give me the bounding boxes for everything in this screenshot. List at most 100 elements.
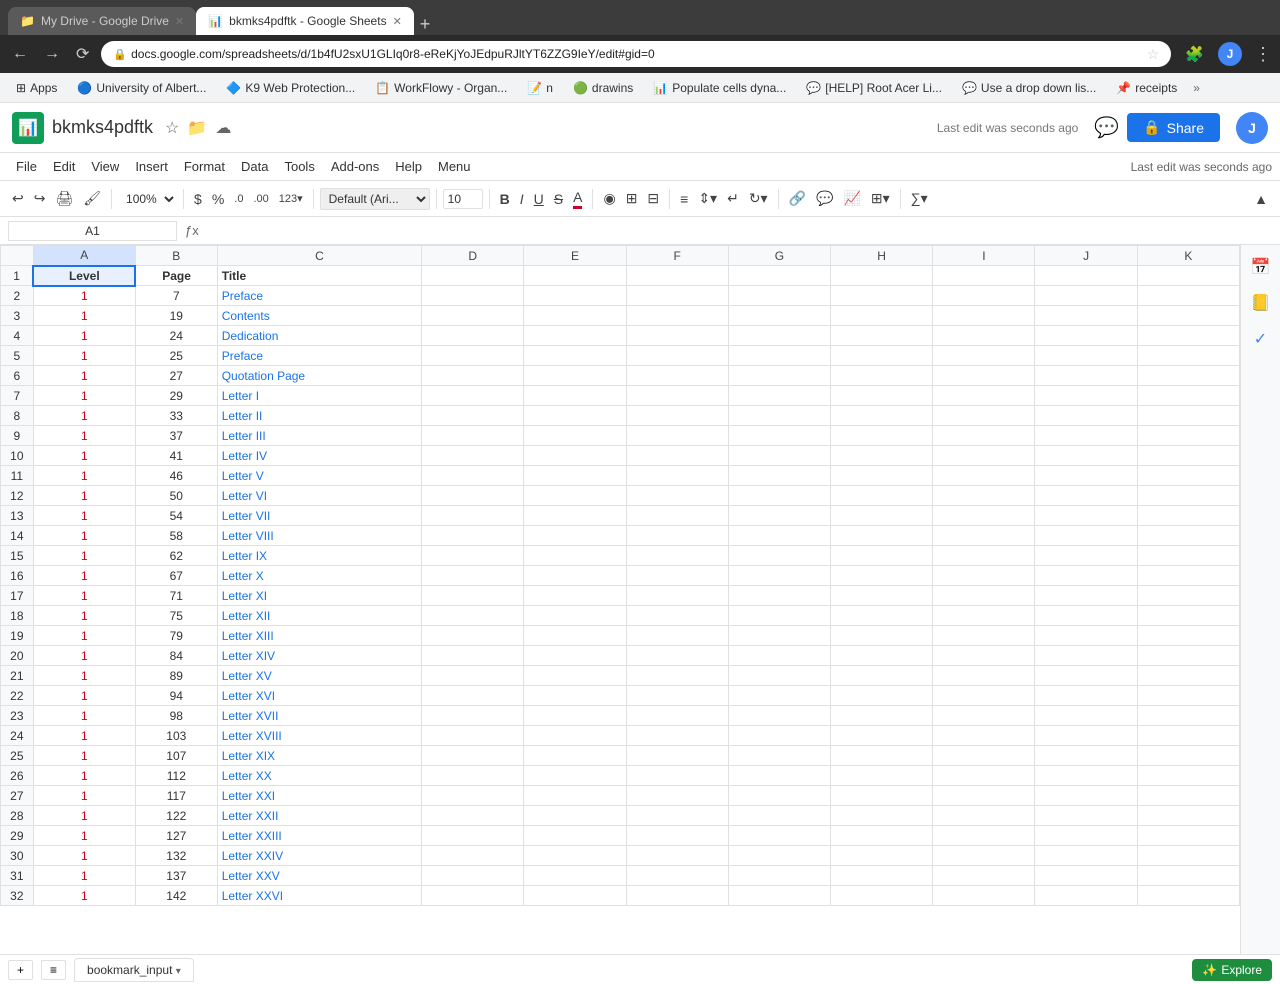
cell-d28[interactable]	[422, 806, 524, 826]
cell-f1[interactable]	[626, 266, 728, 286]
cell-d29[interactable]	[422, 826, 524, 846]
sheets-list-button[interactable]: ≡	[41, 960, 66, 980]
cell-f11[interactable]	[626, 466, 728, 486]
cell-a31[interactable]: 1	[33, 866, 135, 886]
cell-k9[interactable]	[1137, 426, 1239, 446]
cell-c30[interactable]: Letter XXIV	[217, 846, 421, 866]
cell-g20[interactable]	[728, 646, 830, 666]
cell-f3[interactable]	[626, 306, 728, 326]
cell-h22[interactable]	[831, 686, 933, 706]
cell-e26[interactable]	[524, 766, 626, 786]
notes-icon[interactable]: 📒	[1247, 289, 1275, 317]
cell-d17[interactable]	[422, 586, 524, 606]
cell-d3[interactable]	[422, 306, 524, 326]
profile-button[interactable]: J	[1218, 42, 1242, 66]
cell-c21[interactable]: Letter XV	[217, 666, 421, 686]
print-button[interactable]: 🖨	[51, 186, 77, 212]
cell-c17[interactable]: Letter XI	[217, 586, 421, 606]
bookmark-dropdown[interactable]: 💬 Use a drop down lis...	[954, 79, 1104, 97]
cell-b32[interactable]: 142	[135, 886, 217, 906]
cell-h6[interactable]	[831, 366, 933, 386]
cell-c12[interactable]: Letter VI	[217, 486, 421, 506]
comment-button[interactable]: 💬	[812, 186, 837, 212]
cell-e23[interactable]	[524, 706, 626, 726]
cell-d9[interactable]	[422, 426, 524, 446]
filter-button[interactable]: ⊞▾	[867, 186, 894, 212]
cell-c31[interactable]: Letter XXV	[217, 866, 421, 886]
collapse-toolbar-button[interactable]: ▲	[1250, 186, 1272, 212]
cell-d15[interactable]	[422, 546, 524, 566]
cell-e25[interactable]	[524, 746, 626, 766]
cell-d10[interactable]	[422, 446, 524, 466]
cell-j7[interactable]	[1035, 386, 1137, 406]
cell-d21[interactable]	[422, 666, 524, 686]
cell-h23[interactable]	[831, 706, 933, 726]
cell-b5[interactable]: 25	[135, 346, 217, 366]
cell-j10[interactable]	[1035, 446, 1137, 466]
cell-f6[interactable]	[626, 366, 728, 386]
cell-f32[interactable]	[626, 886, 728, 906]
cell-g8[interactable]	[728, 406, 830, 426]
cell-a14[interactable]: 1	[33, 526, 135, 546]
cell-reference-input[interactable]	[8, 221, 177, 241]
cell-j13[interactable]	[1035, 506, 1137, 526]
cell-b12[interactable]: 50	[135, 486, 217, 506]
more-options-button[interactable]: ⋮	[1254, 44, 1272, 65]
cell-j28[interactable]	[1035, 806, 1137, 826]
cell-j6[interactable]	[1035, 366, 1137, 386]
cell-c15[interactable]: Letter IX	[217, 546, 421, 566]
cell-i21[interactable]	[933, 666, 1035, 686]
cell-e28[interactable]	[524, 806, 626, 826]
cell-g27[interactable]	[728, 786, 830, 806]
cell-f20[interactable]	[626, 646, 728, 666]
extension-icon[interactable]: 🧩	[1185, 45, 1204, 63]
cell-j19[interactable]	[1035, 626, 1137, 646]
cell-d14[interactable]	[422, 526, 524, 546]
cell-a2[interactable]: 1	[33, 286, 135, 306]
cell-j14[interactable]	[1035, 526, 1137, 546]
cell-j23[interactable]	[1035, 706, 1137, 726]
menu-format[interactable]: Format	[176, 157, 233, 176]
cell-a12[interactable]: 1	[33, 486, 135, 506]
cell-j26[interactable]	[1035, 766, 1137, 786]
font-size-input[interactable]	[443, 189, 483, 209]
cell-g1[interactable]	[728, 266, 830, 286]
cell-c10[interactable]: Letter IV	[217, 446, 421, 466]
underline-button[interactable]: U	[530, 186, 548, 212]
tab-close-drive[interactable]: ✕	[175, 15, 184, 28]
cell-i32[interactable]	[933, 886, 1035, 906]
cell-e21[interactable]	[524, 666, 626, 686]
cell-h18[interactable]	[831, 606, 933, 626]
cell-a29[interactable]: 1	[33, 826, 135, 846]
cell-c4[interactable]: Dedication	[217, 326, 421, 346]
cell-k19[interactable]	[1137, 626, 1239, 646]
cell-k4[interactable]	[1137, 326, 1239, 346]
cell-i26[interactable]	[933, 766, 1035, 786]
comments-button[interactable]: 💬	[1094, 115, 1119, 140]
cell-k32[interactable]	[1137, 886, 1239, 906]
cell-a24[interactable]: 1	[33, 726, 135, 746]
fill-color-button[interactable]: ◉	[599, 186, 619, 212]
cell-d24[interactable]	[422, 726, 524, 746]
menu-file[interactable]: File	[8, 157, 45, 176]
cell-f23[interactable]	[626, 706, 728, 726]
cell-b25[interactable]: 107	[135, 746, 217, 766]
cell-i5[interactable]	[933, 346, 1035, 366]
menu-data[interactable]: Data	[233, 157, 276, 176]
cell-a1[interactable]: Level	[33, 266, 135, 286]
cell-f15[interactable]	[626, 546, 728, 566]
cell-f31[interactable]	[626, 866, 728, 886]
cell-h14[interactable]	[831, 526, 933, 546]
cell-k11[interactable]	[1137, 466, 1239, 486]
cell-f8[interactable]	[626, 406, 728, 426]
menu-insert[interactable]: Insert	[127, 157, 176, 176]
zoom-selector[interactable]: 100%	[118, 189, 177, 209]
cell-i23[interactable]	[933, 706, 1035, 726]
cell-k23[interactable]	[1137, 706, 1239, 726]
cell-c25[interactable]: Letter XIX	[217, 746, 421, 766]
cell-j21[interactable]	[1035, 666, 1137, 686]
cell-c32[interactable]: Letter XXVI	[217, 886, 421, 906]
refresh-button[interactable]: ⟳	[72, 40, 93, 68]
cell-e9[interactable]	[524, 426, 626, 446]
cell-e29[interactable]	[524, 826, 626, 846]
